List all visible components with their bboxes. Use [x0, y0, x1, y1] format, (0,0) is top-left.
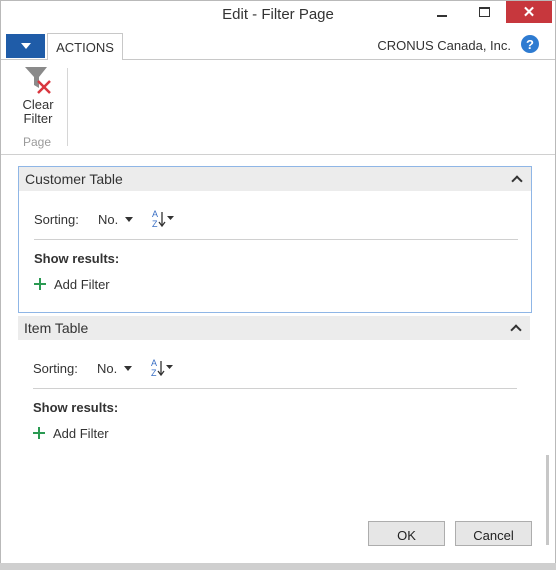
application-menu-button[interactable] [6, 34, 45, 58]
plus-icon [34, 278, 46, 290]
ribbon-group-separator [67, 68, 68, 146]
maximize-icon [478, 7, 490, 17]
add-filter-button[interactable]: Add Filter [34, 275, 110, 293]
clear-filter-icon [25, 67, 51, 94]
background-window-strip [0, 563, 556, 570]
svg-text:Z: Z [152, 219, 158, 229]
clear-filter-label-line1: Clear [22, 97, 54, 112]
add-filter-button[interactable]: Add Filter [33, 424, 109, 442]
svg-text:A: A [151, 358, 157, 368]
item-table-section: Item Table Sorting: No. A Z Show results… [18, 316, 530, 456]
sort-order-icon[interactable]: A Z [152, 209, 178, 229]
sorting-label: Sorting: [33, 361, 78, 376]
add-filter-label: Add Filter [54, 276, 110, 292]
chevron-down-icon [20, 43, 31, 49]
section-divider [34, 239, 518, 240]
collapse-icon[interactable] [510, 322, 522, 336]
add-filter-label: Add Filter [53, 425, 109, 441]
close-icon: ✕ [522, 4, 536, 21]
clear-filter-button[interactable]: Clear Filter [15, 64, 61, 134]
show-results-label: Show results: [33, 400, 119, 415]
minimize-button[interactable] [429, 1, 455, 23]
close-button[interactable]: ✕ [506, 1, 552, 23]
help-icon[interactable]: ? [521, 35, 539, 53]
ribbon-group-label: Page [23, 135, 52, 149]
background-window-edge [546, 455, 549, 545]
company-name: CRONUS Canada, Inc. [377, 38, 511, 53]
sorting-dropdown[interactable]: No. [97, 361, 117, 376]
section-title: Customer Table [25, 171, 123, 187]
show-results-label: Show results: [34, 251, 120, 266]
ok-button[interactable]: OK [368, 521, 445, 546]
sorting-dropdown-arrow-icon[interactable] [125, 217, 133, 222]
sorting-dropdown[interactable]: No. [98, 212, 118, 227]
minimize-icon [437, 15, 447, 17]
sorting-label: Sorting: [34, 212, 79, 227]
svg-text:Z: Z [151, 368, 157, 378]
maximize-button[interactable] [471, 1, 497, 23]
customer-table-section: Customer Table Sorting: No. A Z Show res… [18, 166, 532, 313]
svg-text:A: A [152, 209, 158, 219]
section-divider [33, 388, 517, 389]
section-header[interactable]: Customer Table [19, 167, 531, 191]
sort-order-icon[interactable]: A Z [151, 358, 177, 378]
section-header[interactable]: Item Table [18, 316, 530, 340]
filter-page-window: Edit - Filter Page ✕ ACTIONS CRONUS Cana… [0, 0, 556, 570]
section-title: Item Table [24, 320, 89, 336]
clear-filter-label-line2: Filter [23, 111, 53, 126]
ribbon-tab-row: ACTIONS CRONUS Canada, Inc. ? [1, 32, 555, 61]
cancel-button[interactable]: Cancel [455, 521, 532, 546]
title-bar: Edit - Filter Page ✕ [1, 1, 555, 31]
tab-actions[interactable]: ACTIONS [47, 33, 123, 61]
plus-icon [33, 427, 45, 439]
ribbon: Clear Filter Page [1, 60, 555, 155]
sorting-dropdown-arrow-icon[interactable] [124, 366, 132, 371]
collapse-icon[interactable] [511, 173, 523, 187]
